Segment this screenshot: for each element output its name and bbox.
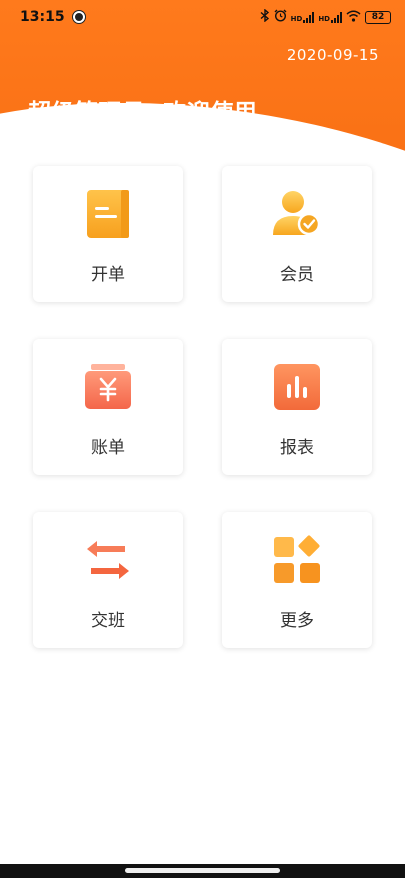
network-type-2: HD: [318, 14, 330, 23]
notification-icon: [72, 11, 85, 23]
menu-label-open-order: 开单: [91, 265, 125, 285]
menu-card-open-order[interactable]: 开单: [33, 166, 183, 302]
signal-icon-1: HD: [290, 11, 315, 23]
battery-indicator: 82: [365, 10, 391, 24]
menu-card-report[interactable]: 报表: [222, 339, 372, 475]
more-grid-icon: [271, 534, 323, 586]
wifi-icon: [346, 10, 361, 25]
menu-card-bill[interactable]: 账单: [33, 339, 183, 475]
document-icon: [82, 188, 134, 240]
menu-card-member[interactable]: 会员: [222, 166, 372, 302]
menu-card-more[interactable]: 更多: [222, 512, 372, 648]
member-icon: [271, 188, 323, 240]
bluetooth-icon: [260, 8, 270, 25]
home-screen: 13:15 HD HD 82 2020-09-15 超级管理员, 欢迎使用 开单…: [0, 0, 405, 878]
menu-label-member: 会员: [280, 265, 314, 285]
home-indicator[interactable]: [0, 864, 405, 878]
signal-icon-2: HD: [318, 11, 342, 23]
menu-card-shift-handover[interactable]: 交班: [33, 512, 183, 648]
alarm-icon: [274, 9, 287, 25]
bill-yen-icon: [82, 361, 134, 413]
menu-label-more: 更多: [280, 611, 314, 631]
network-type-1: HD: [290, 14, 303, 23]
menu-label-shift-handover: 交班: [91, 611, 125, 631]
shift-swap-icon: [82, 534, 134, 586]
status-bar: 13:15 HD HD 82: [0, 0, 405, 34]
current-date: 2020-09-15: [286, 46, 379, 64]
status-time: 13:15: [20, 9, 65, 25]
report-chart-icon: [271, 361, 323, 413]
welcome-message: 超级管理员, 欢迎使用: [28, 100, 258, 126]
menu-label-report: 报表: [280, 438, 314, 458]
menu-label-bill: 账单: [91, 438, 125, 458]
